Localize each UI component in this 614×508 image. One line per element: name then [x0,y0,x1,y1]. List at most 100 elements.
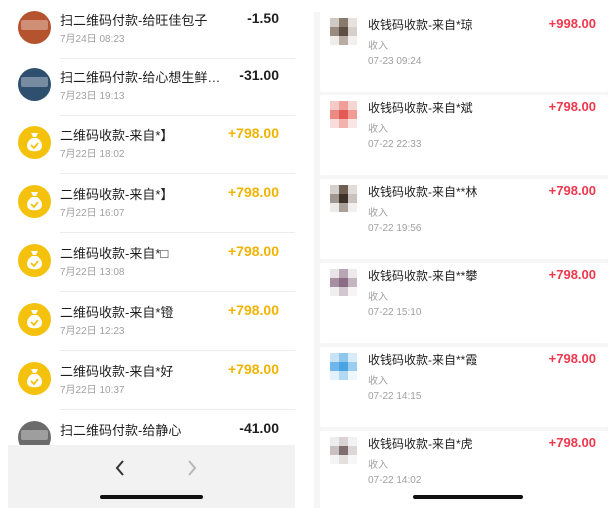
money-bag-icon [18,126,51,159]
avatar-pixel [348,278,357,287]
transaction-row[interactable]: 二维码收款-来自*】 7月22日 18:02 +798.00 [8,115,295,174]
avatar-pixel [348,101,357,110]
transaction-row[interactable]: 扫二维码付款-给旺佳包子 7月24日 08:23 -1.50 [8,0,295,59]
avatar-pixel [348,110,357,119]
transaction-row[interactable]: 收钱码收款-来自**霞 收入 07-22 14:15 +798.00 [320,347,608,427]
avatar-pixel [348,27,357,36]
avatar-pixel [330,269,339,278]
transaction-title: 扫二维码付款-给静心 [60,423,182,438]
transaction-type: 收入 [368,124,388,135]
transaction-row[interactable]: 二维码收款-来自*□ 7月22日 13:08 +798.00 [8,233,295,292]
transaction-row[interactable]: 收钱码收款-来自**林 收入 07-22 19:56 +798.00 [320,179,608,259]
avatar-pixel [339,446,348,455]
avatar-pixel [339,371,348,380]
avatar-pixel [348,185,357,194]
transaction-title: 二维码收款-来自*□ [60,246,169,261]
avatar-pixel [348,194,357,203]
avatar-pixel [339,27,348,36]
back-button[interactable] [106,453,136,483]
money-bag-icon [18,185,51,218]
transaction-row[interactable]: 收钱码收款-来自*琼 收入 07-23 09:24 +998.00 [320,12,608,92]
transaction-date: 7月22日 18:02 [60,149,125,160]
transaction-row[interactable]: 二维码收款-来自*】 7月22日 16:07 +798.00 [8,174,295,233]
home-indicator [413,495,523,499]
pixelated-avatar [330,269,358,297]
avatar-pixel [330,203,339,212]
avatar-pixel [348,119,357,128]
transaction-date: 07-22 15:10 [368,307,422,318]
avatar-pixel [339,269,348,278]
avatar-pixel [348,455,357,464]
transaction-row[interactable]: 扫二维码付款-给心想生鲜… 7月23日 19:13 -31.00 [8,57,295,116]
avatar-pixel [330,185,339,194]
transaction-row[interactable]: 收钱码收款-来自*斌 收入 07-22 22:33 +798.00 [320,95,608,175]
browser-nav-bar [8,445,295,508]
money-bag-icon [18,362,51,395]
transaction-date: 07-22 22:33 [368,139,422,150]
transaction-amount: +798.00 [228,243,279,259]
transaction-row[interactable]: 二维码收款-来自*好 7月22日 10:37 +798.00 [8,351,295,410]
money-bag-icon [18,303,51,336]
transaction-date: 7月22日 13:08 [60,267,125,278]
avatar-pixel [339,119,348,128]
avatar-pixel [339,278,348,287]
transaction-title: 二维码收款-来自*好 [60,364,174,379]
transaction-date: 7月23日 19:13 [60,91,125,102]
transaction-amount: +798.00 [548,99,596,114]
transaction-title: 二维码收款-来自*镫 [60,305,174,320]
transaction-amount: +798.00 [228,184,279,200]
home-indicator [100,495,203,499]
avatar-pixel [339,362,348,371]
avatar-pixel [330,194,339,203]
avatar-pixel [339,18,348,27]
forward-button[interactable] [178,453,208,483]
avatar-pixel [330,455,339,464]
transaction-title: 收钱码收款-来自**攀 [368,269,478,283]
avatar-pixel [330,27,339,36]
avatar-pixel [330,446,339,455]
avatar-pixel [339,101,348,110]
avatar-pixel [339,455,348,464]
transaction-date: 07-22 14:15 [368,391,422,402]
avatar-pixel [330,36,339,45]
transaction-type: 收入 [368,376,388,387]
pixelated-avatar [330,437,358,465]
transaction-row[interactable]: 收钱码收款-来自**攀 收入 07-22 15:10 +798.00 [320,263,608,343]
transaction-amount: +798.00 [548,351,596,366]
transaction-title: 二维码收款-来自*】 [60,128,174,143]
transaction-amount: -31.00 [239,67,279,83]
avatar-pixel [348,269,357,278]
transaction-date: 07-22 14:02 [368,475,422,486]
transaction-type: 收入 [368,41,388,52]
transaction-amount: -1.50 [247,10,279,26]
avatar-pixel [330,437,339,446]
transaction-amount: +798.00 [548,183,596,198]
avatar-pixel [330,362,339,371]
transaction-date: 7月22日 10:37 [60,385,125,396]
transaction-date: 7月22日 16:07 [60,208,125,219]
avatar-pixel [339,194,348,203]
avatar-pixel [330,287,339,296]
transaction-title: 收钱码收款-来自**林 [368,185,478,199]
pixelated-avatar [330,18,358,46]
transaction-title: 收钱码收款-来自*斌 [368,101,473,115]
merchant-avatar [18,11,51,44]
transaction-title: 收钱码收款-来自*琼 [368,18,473,32]
transaction-date: 07-22 19:56 [368,223,422,234]
avatar-pixel [339,185,348,194]
avatar-pixel [348,203,357,212]
transaction-amount: +798.00 [228,302,279,318]
avatar-pixel [348,287,357,296]
avatar-pixel [330,353,339,362]
transaction-amount: +798.00 [228,125,279,141]
transaction-row[interactable]: 二维码收款-来自*镫 7月22日 12:23 +798.00 [8,292,295,351]
transaction-amount: +998.00 [548,16,596,31]
transaction-title: 二维码收款-来自*】 [60,187,174,202]
transaction-amount: +798.00 [548,435,596,450]
pixelated-avatar [330,353,358,381]
avatar-pixel [348,437,357,446]
avatar-pixel [330,371,339,380]
avatar-pixel [339,353,348,362]
avatar-pixel [339,203,348,212]
transaction-title: 扫二维码付款-给心想生鲜… [60,70,221,85]
